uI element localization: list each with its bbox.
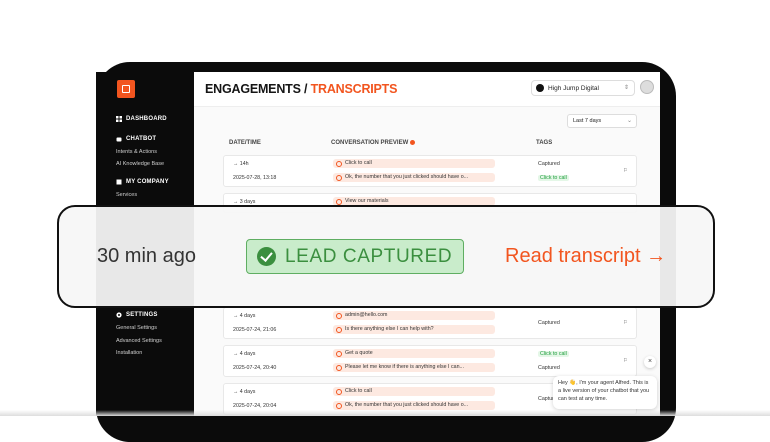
row-ago: → 4 days <box>233 351 256 357</box>
sidebar-item-intents[interactable]: Intents & Actions <box>116 149 157 155</box>
breadcrumb-engagements[interactable]: ENGAGEMENTS / <box>205 82 307 96</box>
row-ago: → 14h <box>233 161 249 167</box>
gear-icon <box>116 312 122 318</box>
sidebar-item-knowledge-base[interactable]: AI Knowledge Base <box>116 161 164 167</box>
sidebar-item-dashboard[interactable]: DASHBOARD <box>116 116 167 122</box>
row-msg-bot: Please let me know if there is anything … <box>333 363 495 372</box>
row-ago: → 4 days <box>233 389 256 395</box>
topbar: ENGAGEMENTS / TRANSCRIPTS High Jump Digi… <box>194 72 660 107</box>
close-icon[interactable]: × <box>644 356 656 368</box>
tag-click-to-call: Click to call <box>538 351 569 357</box>
dashboard-icon <box>116 116 122 122</box>
date-range-value: Last 7 days <box>573 118 602 124</box>
org-selector[interactable]: High Jump Digital ⇕ <box>531 80 635 96</box>
chevron-down-icon: ⌄ <box>626 118 632 124</box>
row-msg-bot: Ok, the number that you just clicked sho… <box>333 401 495 410</box>
bot-icon <box>116 137 122 142</box>
breadcrumb-transcripts: TRANSCRIPTS <box>310 82 398 96</box>
row-date: 2025-07-24, 20:40 <box>233 365 277 371</box>
tag-captured: Captured <box>538 161 560 167</box>
sidebar-item-company[interactable]: MY COMPANY <box>116 179 169 185</box>
tag-click-to-call: Click to call <box>538 175 569 181</box>
row-msg-bot: Ok, the number that you just clicked sho… <box>333 173 495 182</box>
sidebar-item-advanced[interactable]: Advanced Settings <box>116 338 162 344</box>
sidebar-item-chatbot[interactable]: CHATBOT <box>116 136 156 142</box>
bottom-fade <box>0 410 770 416</box>
sidebar-item-installation[interactable]: Installation <box>116 350 142 356</box>
row-ago: → 4 days <box>233 313 256 319</box>
row-msg-user: Click to call <box>333 159 495 168</box>
org-logo-icon <box>536 84 544 92</box>
flag-icon[interactable]: ⚐ <box>623 320 628 326</box>
row-date: 2025-07-24, 21:06 <box>233 327 277 333</box>
table-row[interactable]: → 4 days 2025-07-24, 21:06 admin@hello.c… <box>223 307 637 339</box>
check-circle-icon <box>257 247 276 266</box>
logo[interactable] <box>117 80 135 98</box>
row-date: 2025-07-28, 13:18 <box>233 175 277 181</box>
sidebar-item-label: MY COMPANY <box>126 179 169 185</box>
column-tags: TAGS <box>536 140 553 146</box>
sidebar-item-settings[interactable]: SETTINGS <box>116 312 158 318</box>
org-name: High Jump Digital <box>548 84 599 92</box>
read-transcript-link[interactable]: Read transcript → <box>505 245 666 268</box>
flag-icon[interactable]: ⚐ <box>623 168 628 174</box>
row-msg-user: Get a quote <box>333 349 495 358</box>
date-range-select[interactable]: Last 7 days ⌄ <box>567 114 637 128</box>
row-msg-user: Click to call <box>333 387 495 396</box>
sidebar-item-services[interactable]: Services <box>116 192 137 198</box>
building-icon <box>116 179 122 185</box>
column-date: DATE/TIME <box>229 140 261 146</box>
sidebar-item-label: CHATBOT <box>126 136 157 142</box>
flag-icon[interactable]: ⚐ <box>623 358 628 364</box>
lead-captured-badge: LEAD CAPTURED <box>246 239 464 274</box>
row-msg-user: admin@hello.com <box>333 311 495 320</box>
table-row[interactable]: → 4 days 2025-07-24, 20:40 Get a quote P… <box>223 345 637 377</box>
column-preview-label: CONVERSATION PREVIEW <box>331 140 409 147</box>
row-date: 2025-07-24, 20:04 <box>233 403 277 409</box>
transcript-highlight-card[interactable]: 30 min ago LEAD CAPTURED Read transcript… <box>57 205 715 308</box>
chevron-updown-icon: ⇕ <box>623 85 629 91</box>
lead-captured-label: LEAD CAPTURED <box>285 245 453 267</box>
info-icon[interactable] <box>410 140 416 145</box>
avatar[interactable] <box>640 80 654 94</box>
sidebar-item-label: SETTINGS <box>126 312 158 318</box>
sidebar-item-general[interactable]: General Settings <box>116 325 157 331</box>
tag-captured: Captured <box>538 320 560 326</box>
page-title: ENGAGEMENTS / TRANSCRIPTS <box>205 82 397 96</box>
sidebar-item-label: DASHBOARD <box>126 116 167 122</box>
column-preview: CONVERSATION PREVIEW <box>331 140 416 147</box>
tag-captured: Captured <box>538 365 560 371</box>
time-ago: 30 min ago <box>97 245 196 267</box>
table-row[interactable]: → 14h 2025-07-28, 13:18 Click to call Ok… <box>223 155 637 187</box>
chat-greeting-bubble[interactable]: Hey 👋, I'm your agent Alfred. This is a … <box>553 376 657 409</box>
row-msg-bot: Is there anything else I can help with? <box>333 325 495 334</box>
